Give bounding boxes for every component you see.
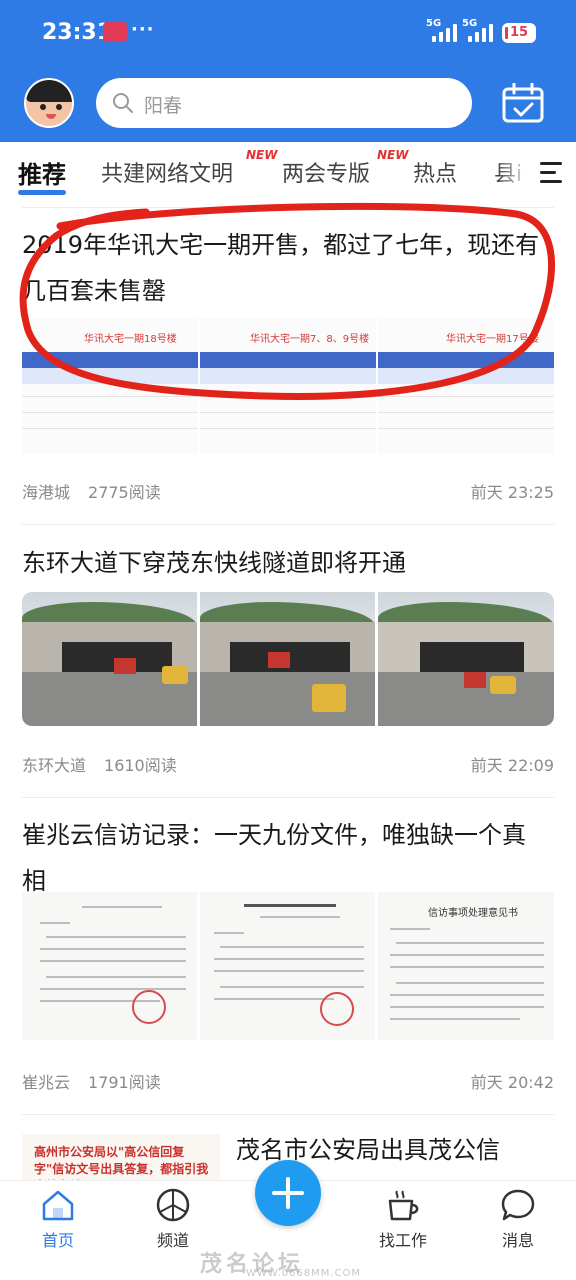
read-count: 2775阅读 — [88, 483, 161, 502]
status-time: 23:31 — [42, 20, 113, 45]
article-image[interactable] — [22, 892, 197, 1040]
article-title[interactable]: 崔兆云信访记录：一天九份文件，唯独缺一个真 相 — [22, 812, 554, 904]
tab-network-civilization[interactable]: 共建网络文明 — [101, 156, 233, 188]
article-time: 前天 20:42 — [470, 1073, 554, 1092]
article-image[interactable]: 华讯大宅一期17号楼 — [378, 318, 554, 454]
article-title[interactable]: 东环大道下穿茂东快线隧道即将开通 — [22, 540, 554, 586]
battery-icon: 15 — [502, 23, 536, 43]
home-icon — [42, 1190, 74, 1221]
nav-messages[interactable]: 消息 — [473, 1187, 563, 1251]
article-source[interactable]: 崔兆云 — [22, 1073, 70, 1092]
coffee-cup-icon — [388, 1190, 419, 1221]
tab-recommend[interactable]: 推荐 — [18, 155, 66, 190]
search-icon — [113, 93, 133, 113]
app-header: 23:31 ··· 5G 5G 15 阳春 — [0, 0, 576, 142]
signal-strength-icon-2 — [468, 24, 496, 42]
status-bar: 23:31 ··· 5G 5G 15 — [0, 0, 576, 66]
nav-jobs[interactable]: 找工作 — [358, 1187, 448, 1251]
new-badge: NEW — [377, 148, 409, 162]
signal-strength-icon — [432, 24, 460, 42]
read-count: 1791阅读 — [88, 1073, 161, 1092]
active-tab-indicator — [18, 190, 66, 195]
site-watermark-url: WWW.0668MM.COM — [246, 1268, 362, 1279]
article-image[interactable]: 华讯大宅一期7、8、9号楼 — [200, 318, 376, 454]
search-placeholder: 阳春 — [144, 95, 183, 117]
menu-icon[interactable] — [540, 162, 566, 184]
article-image[interactable] — [378, 592, 554, 726]
nav-channel[interactable]: 频道 — [128, 1187, 218, 1251]
tab-hot[interactable]: 热点 — [413, 156, 457, 188]
search-input[interactable]: 阳春 — [96, 78, 472, 128]
read-count: 1610阅读 — [104, 756, 177, 775]
article-image[interactable]: 信访事项处理意见书 — [378, 892, 554, 1040]
channel-icon — [156, 1188, 190, 1222]
user-avatar[interactable] — [24, 78, 74, 128]
publish-plus-button[interactable] — [255, 1160, 321, 1226]
notification-app-icon — [103, 22, 127, 42]
calendar-checkin-icon[interactable] — [502, 83, 544, 123]
article-title[interactable]: 2019年华讯大宅一期开售，都过了七年，现还有 几百套未售罄 — [22, 222, 554, 314]
more-notifications-indicator: ··· — [131, 19, 155, 40]
article-source[interactable]: 东环大道 — [22, 756, 86, 775]
article-image[interactable] — [22, 592, 197, 726]
article-time: 前天 23:25 — [470, 483, 554, 502]
article-time: 前天 22:09 — [470, 756, 554, 775]
category-tabs: 推荐 共建网络文明 NEW 两会专版 NEW 热点 县i — [0, 142, 576, 206]
nav-home[interactable]: 首页 — [13, 1187, 103, 1251]
tab-two-sessions[interactable]: 两会专版 — [282, 156, 370, 188]
article-image[interactable] — [200, 892, 375, 1040]
article-source[interactable]: 海港城 — [22, 483, 70, 502]
new-badge: NEW — [246, 148, 278, 162]
article-image[interactable]: 华讯大宅一期18号楼 — [22, 318, 198, 454]
battery-level: 15 — [509, 25, 529, 40]
message-bubble-icon — [501, 1189, 535, 1221]
article-image[interactable] — [200, 592, 375, 726]
